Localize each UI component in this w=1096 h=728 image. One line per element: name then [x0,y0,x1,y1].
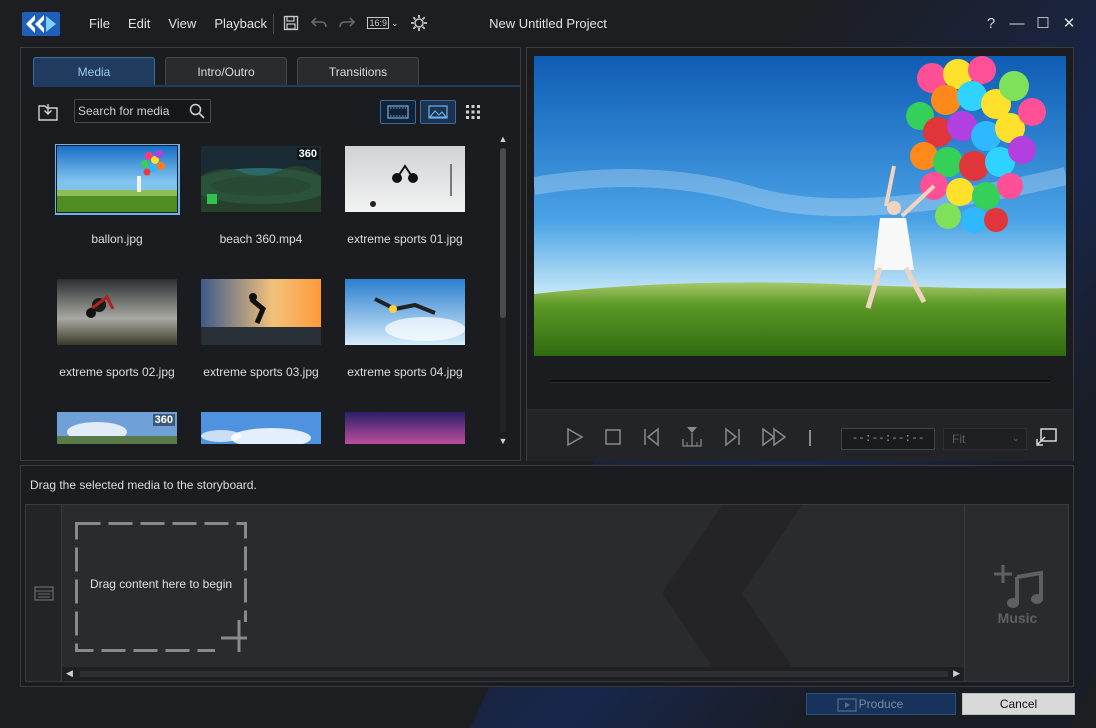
storyboard-panel: Drag the selected media to the storyboar… [20,465,1074,687]
media-scrollbar[interactable]: ▲ ▼ [497,134,509,446]
stop-icon [605,429,621,445]
next-frame-button[interactable] [721,426,743,448]
media-thumbnail [345,412,465,444]
search-input[interactable] [78,102,183,120]
cancel-button[interactable]: Cancel [962,693,1075,715]
scroll-right-icon[interactable]: ▶ [953,668,960,679]
close-button[interactable]: ✕ [1056,12,1082,34]
chevron-down-icon: ⌄ [1011,433,1020,444]
stop-button[interactable] [602,426,624,448]
filmstrip-icon [387,105,409,119]
add-music-icon [994,565,1043,608]
media-thumbnail [345,279,465,345]
minimize-button[interactable]: — [1004,12,1030,34]
search-icon[interactable] [189,103,205,119]
cancel-label: Cancel [999,697,1038,711]
play-icon [567,427,584,447]
music-label: Music [997,610,1038,626]
split-button[interactable] [681,426,703,448]
media-caption: extreme sports 04.jpg [347,365,463,379]
storyboard-hint: Drag the selected media to the storyboar… [30,478,257,492]
tab-intro-outro[interactable]: Intro/Outro [165,57,287,85]
media-item-extreme-sports-04[interactable]: extreme sports 04.jpg [343,277,467,379]
zoom-select[interactable]: Fit ⌄ [943,428,1027,450]
next-frame-icon [725,427,740,447]
media-item-extreme-sports-03[interactable]: extreme sports 03.jpg [199,277,323,379]
view-thumbnails-button[interactable] [420,100,456,124]
fast-forward-icon [762,427,787,447]
media-thumbnail: 360 [201,146,321,212]
media-item-panorama-360[interactable]: 360 [55,410,179,444]
grid-menu-icon[interactable] [465,104,481,120]
scroll-up-icon[interactable]: ▲ [498,134,508,144]
playback-controls: --:--:--:-- Fit ⌄ [527,409,1073,461]
view-storyboard-button[interactable] [380,100,416,124]
tab-transitions[interactable]: Transitions [297,57,419,85]
tab-underline [33,85,520,87]
media-grid: ballon.jpg 360 beach 360.mp4 extreme spo… [55,144,505,444]
image-icon [428,105,448,119]
media-item-sunset[interactable] [343,410,467,444]
window-title: New Untitled Project [489,16,607,31]
preview-image [534,56,1066,356]
previous-frame-icon [644,427,659,447]
window-controls: ? — ☐ ✕ [978,12,1082,34]
produce-label: Produce [858,697,904,711]
media-item-extreme-sports-01[interactable]: extreme sports 01.jpg [343,144,467,246]
music-track[interactable]: Music [964,505,1068,681]
badge-360: 360 [152,414,175,426]
search-box [74,99,211,123]
library-tabs: Media Intro/Outro Transitions [33,57,419,85]
import-media-icon[interactable] [37,102,59,122]
media-item-sky[interactable] [199,410,323,444]
media-thumbnail [57,279,177,345]
app-window: File Edit View Playback 16:9 ⌄ New Untit… [0,0,1096,728]
split-icon [682,427,702,447]
fast-forward-button[interactable] [761,426,789,448]
media-item-extreme-sports-02[interactable]: extreme sports 02.jpg [55,277,179,379]
preview-panel: --:--:--:-- Fit ⌄ [526,47,1074,461]
zoom-value: Fit [952,432,966,446]
play-button[interactable] [563,426,585,448]
badge-360: 360 [296,148,319,160]
media-library-panel: Media Intro/Outro Transitions Search for… [20,47,521,461]
produce-button[interactable]: Produce [806,693,956,715]
external-display-button[interactable] [1035,426,1057,448]
media-thumbnail [345,146,465,212]
title-bar: File Edit View Playback 16:9 ⌄ New Untit… [0,0,1096,48]
media-item-ballon[interactable]: ballon.jpg [55,144,180,246]
media-thumbnail [201,279,321,345]
tab-media[interactable]: Media [33,57,155,85]
media-thumbnail: 360 [57,412,177,444]
timecode-input[interactable]: --:--:--:-- [841,428,935,450]
previous-frame-button[interactable] [641,426,663,448]
storyboard-sidebar [26,505,62,681]
media-item-beach-360[interactable]: 360 beach 360.mp4 [199,144,323,246]
media-thumbnail [201,412,321,444]
dropzone-text: Drag content here to begin [89,577,233,591]
external-display-icon [1036,428,1057,446]
clapperboard-icon[interactable] [34,583,54,601]
storyboard-background-chevron [662,505,802,681]
produce-icon [837,698,857,712]
scroll-thumb[interactable] [80,671,948,677]
maximize-button[interactable]: ☐ [1030,12,1056,34]
help-button[interactable]: ? [978,12,1004,34]
seek-bar[interactable] [551,380,1050,383]
scroll-left-icon[interactable]: ◀ [66,668,73,679]
media-thumbnail [55,144,180,215]
media-caption: extreme sports 01.jpg [347,232,463,246]
scroll-thumb[interactable] [500,148,506,318]
scroll-down-icon[interactable]: ▼ [498,436,508,446]
storyboard-scrollbar[interactable]: ◀ ▶ [62,667,964,681]
controls-divider [809,430,811,446]
storyboard-track[interactable]: Drag content here to begin Music ◀ ▶ [25,504,1069,682]
